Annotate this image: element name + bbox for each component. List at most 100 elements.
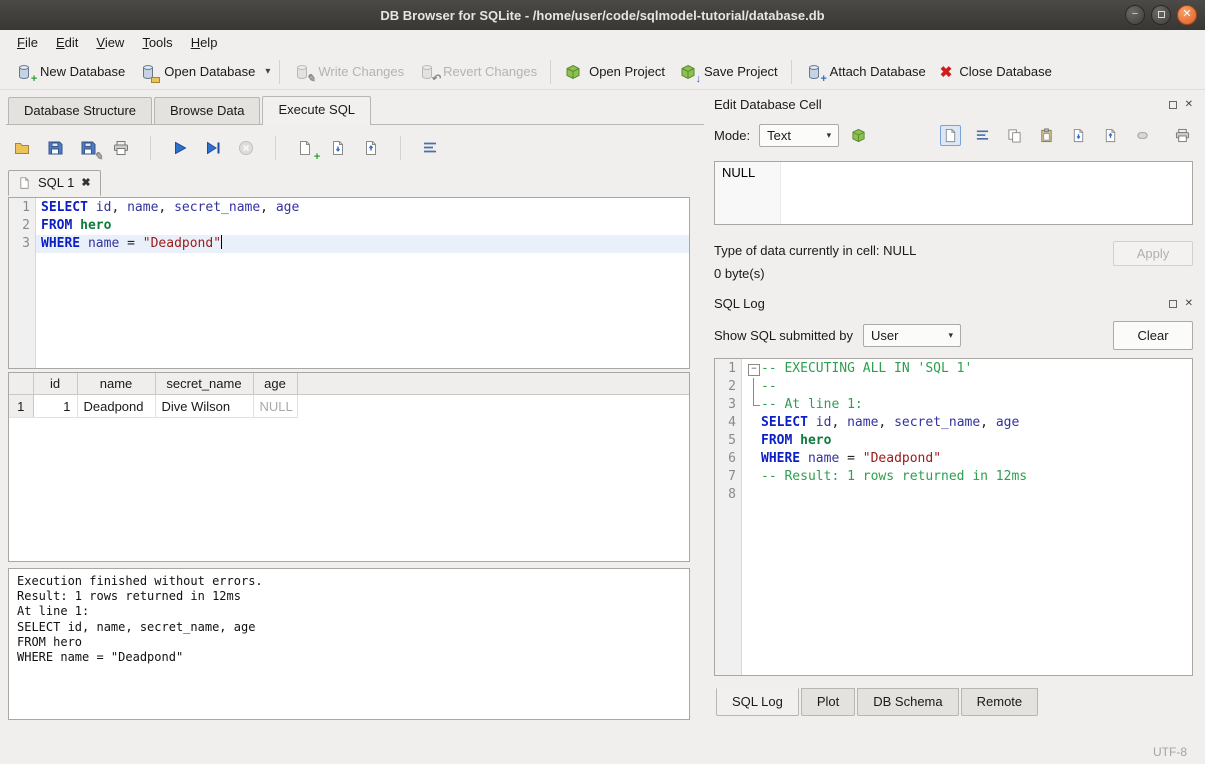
maximize-button[interactable] — [1151, 5, 1171, 25]
save-sql-as-button[interactable]: ✎ — [78, 138, 98, 158]
table-cell[interactable]: Dive Wilson — [155, 395, 253, 418]
menu-tools[interactable]: Tools — [133, 32, 181, 53]
sql-log-view[interactable]: 12345678 -- EXECUTING ALL IN 'SQL 1'----… — [714, 358, 1193, 676]
clear-button[interactable]: Clear — [1113, 321, 1193, 350]
main-tab-bar: Database Structure Browse Data Execute S… — [6, 96, 704, 125]
fold-marker-icon[interactable] — [747, 360, 761, 378]
open-database-button[interactable]: Open Database — [132, 59, 262, 85]
close-database-button[interactable]: ✖ Close Database — [933, 59, 1059, 85]
close-panel-icon[interactable]: ✕ — [1185, 298, 1193, 309]
open-database-dropdown-icon[interactable]: ▾ — [262, 66, 273, 77]
close-sql1-tab-icon[interactable]: ✖ — [81, 176, 90, 189]
cell-value-editor[interactable]: NULL — [714, 161, 1193, 225]
export-cell-file-button[interactable] — [1100, 125, 1121, 146]
execute-line-button[interactable] — [203, 138, 223, 158]
tab-db-schema[interactable]: DB Schema — [857, 688, 958, 716]
column-header-id[interactable]: id — [33, 373, 77, 395]
tab-sql-log[interactable]: SQL Log — [716, 688, 799, 716]
sql1-tab[interactable]: SQL 1 ✖ — [8, 170, 101, 196]
null-pill-icon — [1136, 129, 1149, 142]
float-panel-icon[interactable] — [1169, 101, 1177, 109]
column-header-name[interactable]: name — [77, 373, 155, 395]
table-cell[interactable]: NULL — [253, 395, 297, 418]
tab-plot[interactable]: Plot — [801, 688, 855, 716]
sql-editor[interactable]: 123 SELECT id, name, secret_name, ageFRO… — [8, 197, 690, 369]
folder-icon — [14, 140, 30, 156]
chevron-down-icon: ▾ — [827, 130, 832, 141]
open-sql-file-button[interactable] — [12, 138, 32, 158]
new-database-button[interactable]: + New Database — [8, 59, 132, 85]
open-project-button[interactable]: Open Project — [557, 59, 672, 85]
revert-changes-icon: ↶ — [418, 63, 436, 81]
text-mode-button[interactable] — [940, 125, 961, 146]
attach-database-button[interactable]: + Attach Database — [798, 59, 933, 85]
sql-log-dock-controls: ✕ — [1169, 298, 1193, 309]
sql-log-header: SQL Log ✕ — [714, 296, 1193, 311]
paste-cell-button[interactable] — [1036, 125, 1057, 146]
results-grid[interactable]: id name secret_name age 11DeadpondDive W… — [8, 372, 690, 562]
printer-icon — [1175, 128, 1190, 143]
format-sql-button[interactable] — [420, 138, 440, 158]
set-null-button[interactable] — [1132, 125, 1153, 146]
code-line: WHERE name = "Deadpond" — [742, 450, 1192, 468]
write-changes-button[interactable]: ✎ Write Changes — [286, 59, 411, 85]
tab-browse-data[interactable]: Browse Data — [154, 97, 260, 124]
submitter-select[interactable]: User ▾ — [863, 324, 961, 347]
menu-edit[interactable]: Edit — [47, 32, 87, 53]
line-number: 8 — [715, 486, 736, 504]
tab-execute-sql[interactable]: Execute SQL — [262, 96, 371, 125]
menubar: File Edit View Tools Help — [0, 30, 1205, 54]
apply-button[interactable]: Apply — [1113, 241, 1193, 266]
copy-cell-button[interactable] — [1004, 125, 1025, 146]
import-sql-button[interactable] — [328, 138, 348, 158]
line-number: 2 — [715, 378, 736, 396]
log-code-area[interactable]: -- EXECUTING ALL IN 'SQL 1'---- At line … — [742, 359, 1192, 675]
print-cell-button[interactable] — [1172, 125, 1193, 146]
execution-message-area[interactable]: Execution finished without errors. Resul… — [8, 568, 690, 720]
cell-size-info: 0 byte(s) — [714, 266, 765, 281]
fold-gutter — [747, 450, 761, 468]
close-database-icon: ✖ — [940, 63, 953, 81]
sql1-tab-label: SQL 1 — [38, 175, 74, 190]
column-header-age[interactable]: age — [253, 373, 297, 395]
menu-file[interactable]: File — [8, 32, 47, 53]
menu-help[interactable]: Help — [182, 32, 227, 53]
table-row[interactable]: 11DeadpondDive WilsonNULL — [9, 395, 689, 418]
import-cell-file-button[interactable] — [1068, 125, 1089, 146]
edit-cell-dock-controls: ✕ — [1169, 99, 1193, 110]
new-sql-tab-button[interactable]: + — [295, 138, 315, 158]
toolbar-separator — [550, 60, 551, 84]
print-sql-button[interactable] — [111, 138, 131, 158]
import-table-button[interactable] — [848, 125, 869, 146]
sql-log-title: SQL Log — [714, 296, 765, 311]
menu-view[interactable]: View — [87, 32, 133, 53]
close-button[interactable]: ✕ — [1177, 5, 1197, 25]
revert-changes-button[interactable]: ↶ Revert Changes — [411, 59, 544, 85]
document-icon — [943, 128, 958, 143]
stop-button[interactable] — [236, 138, 256, 158]
float-panel-icon[interactable] — [1169, 300, 1177, 308]
code-line: SELECT id, name, secret_name, age — [742, 414, 1192, 432]
table-cell[interactable]: Deadpond — [77, 395, 155, 418]
app-window: DB Browser for SQLite - /home/user/code/… — [0, 0, 1205, 764]
document-icon — [297, 140, 313, 156]
minimize-button[interactable]: − — [1125, 5, 1145, 25]
save-project-button[interactable]: ↓ Save Project — [672, 59, 785, 85]
save-sql-file-button[interactable] — [45, 138, 65, 158]
tab-database-structure[interactable]: Database Structure — [8, 97, 152, 124]
tab-remote[interactable]: Remote — [961, 688, 1039, 716]
titlebar[interactable]: DB Browser for SQLite - /home/user/code/… — [0, 0, 1205, 30]
close-panel-icon[interactable]: ✕ — [1185, 99, 1193, 110]
column-header-secret-name[interactable]: secret_name — [155, 373, 253, 395]
export-sql-button[interactable] — [361, 138, 381, 158]
table-cell[interactable]: 1 — [33, 395, 77, 418]
word-wrap-button[interactable] — [972, 125, 993, 146]
document-import-icon — [1071, 128, 1086, 143]
code-line: FROM hero — [36, 217, 689, 235]
editor-code-area[interactable]: SELECT id, name, secret_name, ageFROM he… — [36, 198, 689, 368]
execute-all-button[interactable] — [170, 138, 190, 158]
mode-select[interactable]: Text ▾ — [759, 124, 839, 147]
row-number: 1 — [9, 395, 33, 418]
line-number: 4 — [715, 414, 736, 432]
toolbar-separator — [275, 136, 276, 160]
